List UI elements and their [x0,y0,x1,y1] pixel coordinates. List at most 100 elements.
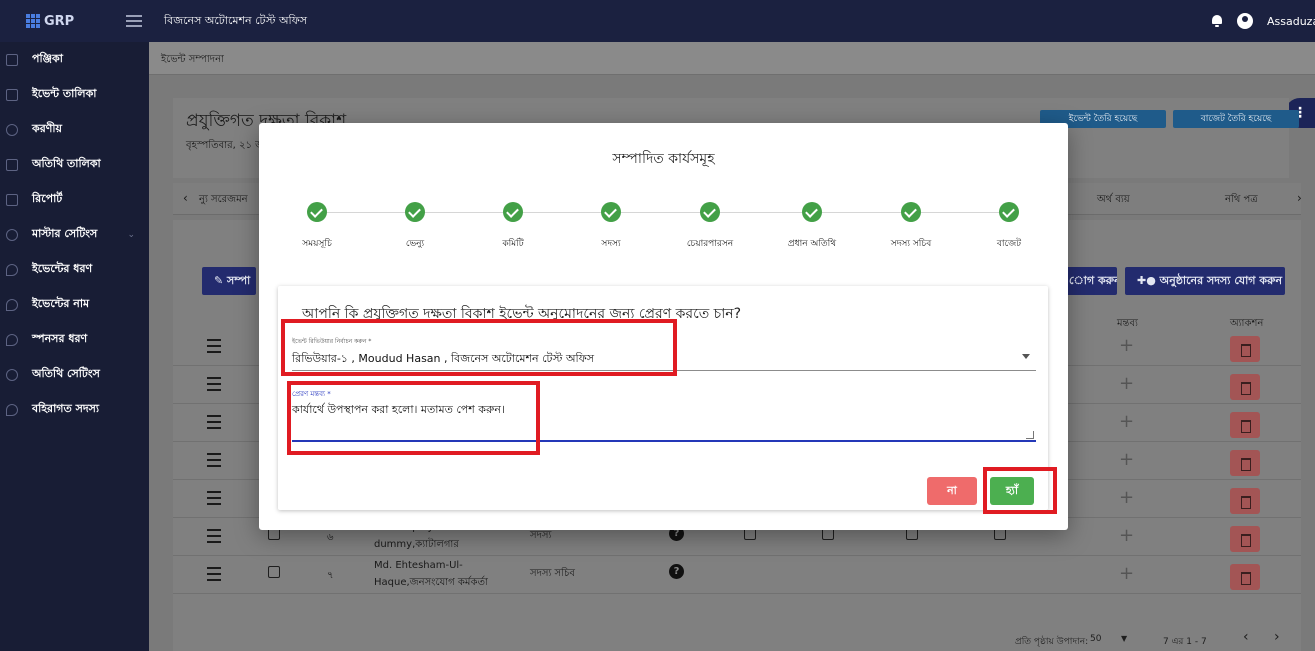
per-page-label: প্রতি পৃষ্ঠায় উপাদান: [1015,637,1089,647]
add-comment-icon[interactable]: + [1119,411,1134,432]
step-budget: বাজেট [969,202,1049,251]
tab-finance[interactable]: অর্থ ব্যয় [1097,192,1130,209]
add-comment-icon[interactable]: + [1119,487,1134,508]
step-label: বাজেট [996,239,1022,249]
step-chairperson: চেয়ারপারসন [670,202,750,251]
office-name: বিজনেস অটোমেশন টেস্ট অফিস [164,13,308,27]
add-event-member-button[interactable]: ✚● অনুষ্ঠানের সদস্য যোগ করুন [1125,267,1285,295]
calendar-icon [6,53,18,66]
dialog-title: সম্পাদিত কার্যসমূহ [612,151,715,167]
step-committee: কমিটি [473,202,553,251]
per-page-dropdown-icon[interactable]: ▼ [1121,634,1127,643]
sidebar-item-report[interactable]: রিপোর্ট [0,182,149,217]
grp-logo[interactable]: GRP [0,14,100,29]
user-account-icon[interactable] [1237,13,1253,29]
add-event-member-label: অনুষ্ঠানের সদস্য যোগ করুন [1159,274,1283,287]
table-row: ৭ Md. Ehtesham-Ul- Haque,জনসংযোগ কর্মকর্… [173,556,1301,594]
user-name[interactable]: Assaduzaman [1267,15,1315,28]
hamburger-menu-icon[interactable] [126,15,142,27]
drag-handle-icon[interactable] [207,491,221,505]
no-button[interactable]: না [927,477,977,505]
add-comment-icon[interactable]: + [1119,335,1134,356]
step-label: কমিটি [502,239,524,249]
sidebar-item-event-name[interactable]: ইভেন্টের নাম [0,287,149,322]
list-icon [6,158,18,171]
drag-handle-icon[interactable] [207,377,221,391]
serial-number: ৬ [327,532,334,543]
help-icon[interactable]: ? [669,564,684,579]
step-member: সদস্য [571,202,651,251]
location-icon [6,333,18,346]
row-select-checkbox[interactable] [268,566,280,578]
sidebar-item-label: পঞ্জিকা [32,52,63,65]
highlight-yes-button [983,467,1057,514]
sidebar-item-event-list[interactable]: ইভেন্ট তালিকা [0,77,149,112]
delete-icon[interactable] [1230,564,1260,590]
check-icon [601,202,621,222]
location-icon [6,298,18,311]
delete-icon[interactable] [1230,412,1260,438]
tab-documents[interactable]: নথি পত্র [1225,192,1258,209]
sidebar-item-sponsor-type[interactable]: স্পনসর ধরণ [0,322,149,357]
drag-handle-icon[interactable] [207,415,221,429]
step-label: সদস্য [601,239,621,249]
highlight-reviewer-select [281,319,677,376]
check-icon [802,202,822,222]
sidebar-item-event-type[interactable]: ইভেন্টের ধরণ [0,252,149,287]
check-icon [503,202,523,222]
gear-icon [6,228,18,241]
edit-button-label: সম্পা [227,274,251,287]
add-comment-icon[interactable]: + [1119,373,1134,394]
tab-scroll-left-icon[interactable]: ‹ [183,191,188,205]
sidebar-item-calendar[interactable]: পঞ্জিকা [0,42,149,77]
budget-created-button[interactable]: বাজেট তৈরি হয়েছে [1173,110,1299,128]
check-icon [999,202,1019,222]
resize-handle-icon[interactable] [1026,431,1034,439]
delete-icon[interactable] [1230,374,1260,400]
sidebar-item-label: ইভেন্টের ধরণ [32,262,93,275]
member-role: সদস্য সচিব [530,568,575,579]
add-comment-icon[interactable]: + [1119,525,1134,546]
delete-icon[interactable] [1230,450,1260,476]
prev-page-icon[interactable]: ‹ [1243,629,1249,645]
member-designation: Haque,জনসংযোগ কর্মকর্তা [374,577,488,588]
add-comment-icon[interactable]: + [1119,449,1134,470]
delete-icon[interactable] [1230,336,1260,362]
notification-bell-icon[interactable] [1211,15,1223,27]
drag-handle-icon[interactable] [207,453,221,467]
drag-handle-icon[interactable] [207,529,221,543]
top-bar: GRP বিজনেস অটোমেশন টেস্ট অফিস Assaduzama… [0,0,1315,42]
delete-icon[interactable] [1230,488,1260,514]
tab-venue[interactable]: ন্যু সরেজমন [199,192,248,209]
sidebar-item-todo[interactable]: করণীয় [0,112,149,147]
edit-button[interactable]: ✎ সম্পা [202,267,256,295]
event-date: বৃহস্পতিবার, ২১ জ [186,140,265,151]
next-page-icon[interactable]: › [1274,629,1280,645]
sidebar-item-guest-settings[interactable]: অতিথি সেটিংস [0,357,149,392]
check-icon [405,202,425,222]
report-icon [6,193,18,206]
logo-text: GRP [44,13,75,29]
add-comment-icon[interactable]: + [1119,563,1134,584]
step-schedule: সময়সূচি [277,202,357,251]
drag-handle-icon[interactable] [207,339,221,353]
page-range: 7 এর 1 - 7 [1163,637,1207,647]
add-person-icon: ✚● [1137,274,1156,287]
sidebar-item-guest-list[interactable]: অতিথি তালিকা [0,147,149,182]
sidebar-item-label: মাস্টার সেটিংস [32,227,98,240]
sidebar-item-label: অতিথি সেটিংস [32,367,100,380]
sidebar-item-master-settings[interactable]: মাস্টার সেটিংস ⌄ [0,217,149,252]
delete-icon[interactable] [1230,526,1260,552]
per-page-select[interactable]: 50 [1090,634,1101,644]
step-label: সদস্য সচিব [890,239,932,249]
drag-handle-icon[interactable] [207,567,221,581]
step-label: ভেন্যু [405,239,425,249]
tab-scroll-right-icon[interactable]: › [1297,191,1302,205]
add-member-button[interactable]: োগ করুন [1065,267,1117,295]
sidebar-item-external-members[interactable]: বহিরাগত সদস্য [0,392,149,427]
sidebar-item-label: ইভেন্টের নাম [32,297,90,310]
sidebar-item-label: অতিথি তালিকা [32,157,101,170]
step-label: সময়সূচি [302,239,332,249]
member-name: Md. Ehtesham-Ul- [374,560,463,571]
dropdown-arrow-icon[interactable] [1022,354,1030,359]
